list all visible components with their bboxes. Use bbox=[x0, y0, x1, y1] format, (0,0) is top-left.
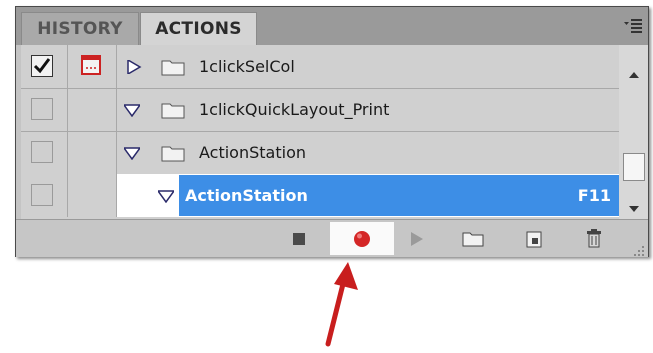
toggle-item-checkbox[interactable] bbox=[31, 184, 53, 206]
record-icon[interactable] bbox=[349, 226, 375, 252]
toggle-item-checkbox[interactable] bbox=[31, 98, 53, 120]
toggle-item-column bbox=[21, 45, 68, 88]
expand-arrow-icon[interactable] bbox=[126, 58, 142, 76]
annotation-arrow-icon bbox=[318, 258, 368, 349]
collapse-arrow-icon[interactable] bbox=[156, 188, 176, 204]
collapse-arrow-icon[interactable] bbox=[122, 145, 142, 161]
scroll-up-icon[interactable] bbox=[628, 65, 640, 78]
folder-icon bbox=[161, 58, 185, 76]
vertical-scrollbar[interactable] bbox=[619, 45, 648, 219]
new-set-icon[interactable] bbox=[460, 226, 486, 252]
stop-icon[interactable] bbox=[286, 226, 312, 252]
collapse-arrow-icon[interactable] bbox=[122, 102, 142, 118]
toggle-item-column bbox=[21, 131, 68, 174]
toggle-item-checkbox[interactable] bbox=[31, 141, 53, 163]
tab-history[interactable]: HISTORY bbox=[21, 12, 139, 46]
dialog-toggle-column bbox=[68, 174, 117, 217]
panel-tab-bar: HISTORY ACTIONS bbox=[16, 7, 648, 46]
resize-grip-icon[interactable] bbox=[633, 242, 645, 256]
scrollbar-thumb[interactable] bbox=[623, 153, 645, 181]
dialog-toggle-column bbox=[68, 88, 117, 131]
check-icon bbox=[33, 58, 51, 74]
folder-icon bbox=[161, 144, 185, 162]
list-item[interactable]: 1clickSelCol bbox=[21, 45, 619, 89]
list-item-selected[interactable]: ActionStation F11 bbox=[21, 174, 619, 217]
tab-actions[interactable]: ACTIONS bbox=[140, 12, 257, 46]
selection-highlight[interactable]: ActionStation F11 bbox=[179, 175, 619, 216]
actions-toolbar bbox=[16, 219, 648, 257]
shortcut-key-label: F11 bbox=[577, 186, 611, 205]
list-item[interactable]: ActionStation bbox=[21, 131, 619, 175]
toggle-item-column bbox=[21, 88, 68, 131]
new-action-icon[interactable] bbox=[521, 226, 547, 252]
toggle-item-column bbox=[21, 174, 68, 217]
folder-icon bbox=[161, 101, 185, 119]
dialog-toggle-icon[interactable] bbox=[81, 55, 101, 75]
action-set-label: 1clickSelCol bbox=[199, 57, 295, 76]
dialog-toggle-column bbox=[68, 131, 117, 174]
actions-list: 1clickSelCol 1clickQuickLayout_Print Act… bbox=[21, 45, 619, 219]
actions-panel: HISTORY ACTIONS 1clickSelCol 1clickQuick… bbox=[15, 6, 649, 257]
dialog-toggle-column bbox=[68, 45, 117, 88]
action-set-label: ActionStation bbox=[199, 143, 306, 162]
action-set-label: 1clickQuickLayout_Print bbox=[199, 100, 390, 119]
list-item[interactable]: 1clickQuickLayout_Print bbox=[21, 88, 619, 132]
delete-icon[interactable] bbox=[581, 226, 607, 252]
panel-menu-icon[interactable] bbox=[622, 16, 644, 38]
play-icon[interactable] bbox=[403, 226, 429, 252]
scroll-down-icon[interactable] bbox=[628, 199, 640, 212]
action-label: ActionStation bbox=[185, 186, 308, 205]
toggle-item-checkbox[interactable] bbox=[31, 55, 53, 77]
